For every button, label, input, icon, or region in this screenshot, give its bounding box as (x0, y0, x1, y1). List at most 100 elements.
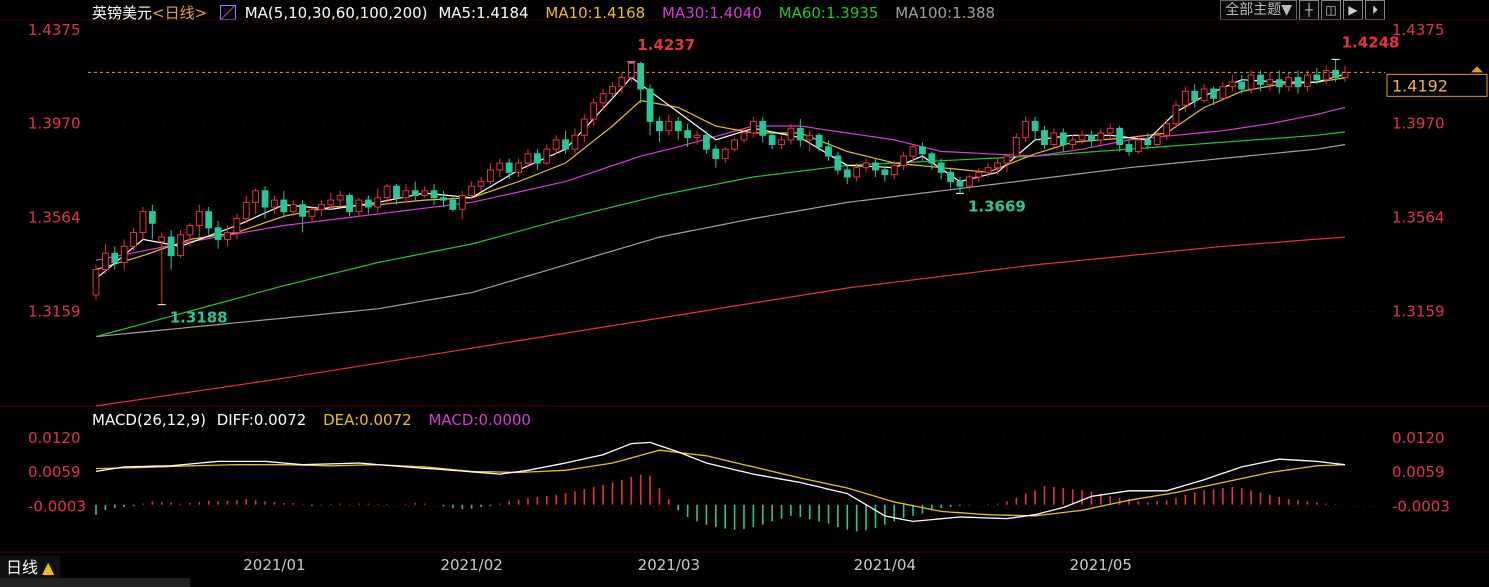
date-axis-tick: 2021/02 (440, 556, 502, 574)
date-axis-tick: 2021/01 (243, 556, 305, 574)
current-price-label: 1.4192 (1392, 76, 1448, 95)
candle-body (731, 139, 738, 150)
candle-body (890, 164, 898, 176)
candle-body (665, 120, 673, 132)
candle-body (1294, 76, 1302, 88)
candle-body (994, 162, 1001, 169)
candle-body (552, 139, 560, 150)
candle-body (496, 162, 504, 171)
price-axis-tick-right: 1.3564 (1392, 209, 1445, 227)
candle-body (1022, 120, 1030, 139)
candle-body (646, 88, 654, 122)
candle-body (1059, 132, 1067, 146)
candle-body (205, 211, 213, 229)
candle-body (1172, 104, 1180, 125)
candle-body (937, 162, 945, 173)
candle-body (364, 199, 372, 208)
macd-diff-line (95, 441, 1346, 523)
candle-body (487, 169, 494, 183)
candle-body (721, 148, 729, 159)
macd-axis-tick-right: 0.0120 (1392, 429, 1445, 447)
macd-axis-tick-left: 0.0120 (28, 429, 81, 447)
candle-body (1106, 127, 1114, 134)
candle-body (656, 120, 663, 132)
candle-body (580, 118, 588, 136)
date-axis-tick: 2021/05 (1070, 556, 1132, 574)
macd-axis-tick-left: -0.0003 (28, 497, 86, 515)
candle-body (430, 190, 438, 199)
candle-body (402, 190, 410, 199)
price-axis-tick-left: 1.4375 (28, 21, 81, 39)
candle-body (130, 231, 137, 247)
candle-body (327, 199, 335, 206)
candle-body (759, 120, 767, 136)
candle-body (186, 225, 194, 236)
period-label: 日线 (6, 558, 39, 577)
candle-body (1332, 69, 1340, 78)
candle-body (693, 134, 701, 139)
ma-line-ma5 (95, 73, 1346, 280)
candle-body (984, 167, 992, 173)
candle-body (965, 176, 973, 187)
price-axis-tick-left: 1.3564 (28, 209, 81, 227)
candle-body (834, 155, 842, 171)
price-axis-tick-right: 1.3970 (1392, 115, 1445, 133)
candle-body (92, 268, 100, 296)
candle-body (280, 199, 288, 213)
candle-body (1210, 88, 1217, 99)
date-axis-tick: 2021/04 (854, 556, 916, 574)
candle-body (806, 134, 814, 141)
triangle-up-icon: ▲ (42, 558, 55, 577)
candle-body (449, 199, 457, 210)
candle-body (458, 194, 466, 210)
extreme-label: 1.4237 (637, 36, 695, 54)
candle-body (421, 190, 429, 196)
candle-body (674, 120, 682, 132)
candle-body (853, 167, 861, 178)
candle-body (1266, 79, 1274, 85)
candle-body (1313, 74, 1321, 81)
candle-body (796, 127, 804, 141)
candle-body (1285, 76, 1293, 88)
price-axis-tick-left: 1.3970 (28, 115, 81, 133)
price-chart[interactable]: 1.4192 1.4237 1.3188 1.3669 1.4248 1.4375 1.4… (0, 0, 1489, 587)
macd-axis-tick-right: 0.0059 (1392, 463, 1445, 481)
candle-body (740, 132, 748, 141)
candle-body (411, 190, 419, 196)
candle-body (1304, 74, 1311, 88)
candle-body (768, 134, 776, 146)
candle-body (928, 153, 936, 164)
candle-body (1238, 81, 1246, 90)
candle-body (505, 162, 513, 173)
candle-body (1134, 139, 1142, 152)
candle-body (1153, 134, 1161, 146)
price-axis-tick-right: 1.4375 (1392, 21, 1445, 39)
candle-body (299, 204, 307, 217)
candle-body (440, 197, 447, 201)
candle-body (590, 102, 598, 120)
current-price-marker-icon (1471, 66, 1483, 73)
candle-body (177, 234, 184, 257)
price-axis-tick-right: 1.3159 (1392, 302, 1445, 320)
candle-body (1257, 74, 1264, 85)
candle-body (947, 171, 954, 183)
candle-body (1050, 132, 1058, 146)
candle-body (233, 218, 241, 233)
candle-body (609, 86, 616, 95)
candle-body (111, 252, 119, 264)
candle-body (872, 162, 879, 171)
candle-body (1200, 88, 1208, 102)
candle-body (1228, 81, 1236, 88)
candle-body (787, 127, 795, 141)
candle-body (703, 134, 710, 150)
candle-body (1078, 134, 1086, 141)
candle-body (533, 153, 541, 164)
candle-body (383, 185, 391, 199)
period-button[interactable]: 日线 ▲ (0, 556, 61, 580)
candle-body (1181, 90, 1189, 106)
candle-body (1247, 74, 1255, 90)
candle-body (1116, 127, 1124, 146)
candle-body (712, 148, 720, 159)
macd-axis-tick-left: 0.0059 (28, 463, 81, 481)
candle-body (1031, 120, 1039, 132)
